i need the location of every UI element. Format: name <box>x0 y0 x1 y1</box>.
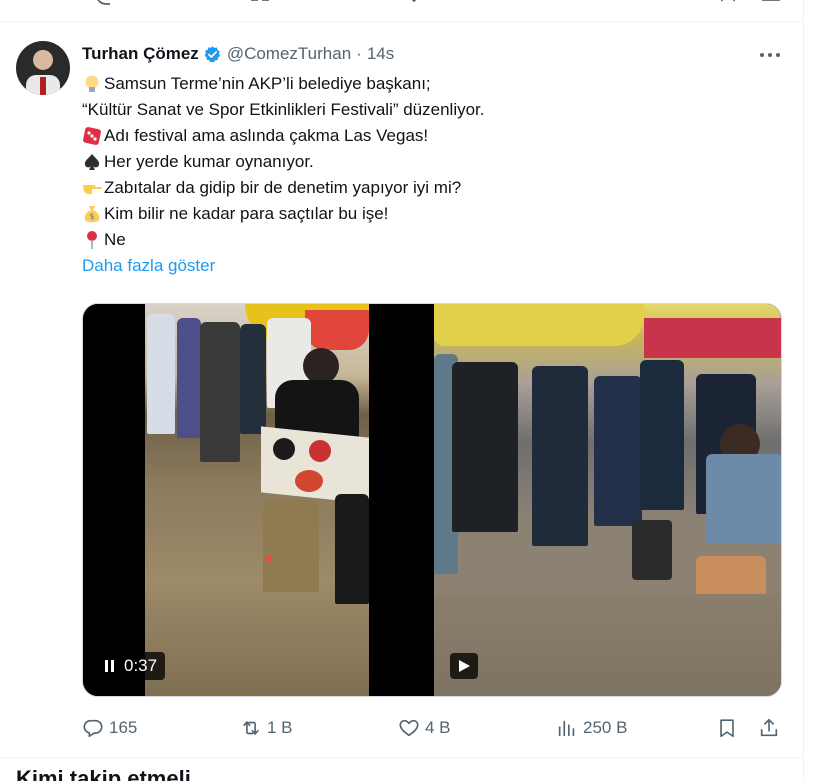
tweet-line-text: Her yerde kumar oynanıyor. <box>104 152 314 171</box>
pointing-right-icon <box>83 185 102 195</box>
author-name[interactable]: Turhan Çömez <box>82 44 199 64</box>
video-duration: 0:37 <box>124 656 158 675</box>
who-to-follow-heading: Kimi takip etmeli <box>16 766 191 781</box>
video-controls[interactable]: 0:37 <box>95 652 166 680</box>
play-icon[interactable] <box>450 653 478 679</box>
spade-suit-icon <box>84 154 100 170</box>
bookmark-button[interactable] <box>716 713 743 743</box>
share-icon <box>760 718 778 737</box>
tweet-timestamp[interactable]: 14s <box>367 44 394 64</box>
video-player-2[interactable] <box>434 304 781 696</box>
reply-icon <box>83 719 103 738</box>
video-player-1[interactable]: 0:37 <box>83 304 430 696</box>
tweet-line: Samsun Terme’nin AKP’li belediye başkanı… <box>82 71 782 97</box>
tweet-text: Samsun Terme’nin AKP’li belediye başkanı… <box>82 71 782 279</box>
avatar[interactable] <box>16 41 70 95</box>
timeline-column: Turhan Çömez @ComezTurhan · 14s Samsun T… <box>0 0 804 781</box>
svg-text:$: $ <box>89 212 94 221</box>
repost-button[interactable]: 1 B <box>240 713 293 743</box>
separator-dot: · <box>356 44 362 63</box>
pause-icon[interactable] <box>105 660 114 672</box>
tweet-line-text: Samsun Terme’nin AKP’li belediye başkanı… <box>104 74 431 93</box>
tweet-line-text: “Kültür Sanat ve Spor Etkinlikleri Festi… <box>82 100 485 119</box>
share-icon[interactable] <box>761 0 781 8</box>
tweet[interactable]: Turhan Çömez @ComezTurhan · 14s Samsun T… <box>0 23 804 758</box>
money-bag-icon: $ <box>84 206 100 223</box>
reply-icon[interactable] <box>94 0 114 8</box>
tweet-line: Ne <box>82 227 782 253</box>
like-button[interactable]: 4 B <box>398 713 451 743</box>
video-1-frame <box>145 304 369 696</box>
light-bulb-icon <box>85 75 99 92</box>
repost-count: 1 B <box>267 718 293 737</box>
tweet-line: Zabıtalar da gidip bir de denetim yapıyo… <box>82 175 782 201</box>
views-chart-icon <box>558 720 575 737</box>
author-handle[interactable]: @ComezTurhan <box>227 44 351 64</box>
view-count: 250 B <box>583 718 628 737</box>
tweet-line: $ Kim bilir ne kadar para saçtılar bu iş… <box>82 201 782 227</box>
tweet-line-text: Ne <box>104 230 126 249</box>
bookmark-icon[interactable] <box>718 0 738 8</box>
tweet-line: “Kültür Sanat ve Spor Etkinlikleri Festi… <box>82 97 782 123</box>
show-more-link[interactable]: Daha fazla göster <box>82 253 782 279</box>
previous-tweet-actions <box>0 0 804 22</box>
tweet-line-text: Zabıtalar da gidip bir de denetim yapıyo… <box>104 178 462 197</box>
repost-icon[interactable] <box>250 0 270 8</box>
tweet-media[interactable]: 0:37 <box>82 303 782 697</box>
tweet-line-text: Kim bilir ne kadar para saçtılar bu işe! <box>104 204 389 223</box>
tweet-header: Turhan Çömez @ComezTurhan · 14s <box>82 43 394 65</box>
views-button[interactable]: 250 B <box>556 713 627 743</box>
verified-badge-icon[interactable] <box>203 45 222 64</box>
reply-button[interactable]: 165 <box>82 713 137 743</box>
tweet-actions: 165 1 B 4 B 250 B <box>82 713 782 743</box>
round-pushpin-icon <box>87 231 97 249</box>
more-options-icon[interactable] <box>757 45 783 65</box>
repost-icon <box>243 721 259 735</box>
views-icon[interactable] <box>562 0 582 8</box>
tweet-line: Her yerde kumar oynanıyor. <box>82 149 782 175</box>
reply-count: 165 <box>109 718 138 737</box>
tweet-line: Adı festival ama aslında çakma Las Vegas… <box>82 123 782 149</box>
game-die-icon <box>83 127 101 145</box>
heart-icon <box>399 719 419 737</box>
share-button[interactable] <box>758 713 785 743</box>
tweet-line-text: Adı festival ama aslında çakma Las Vegas… <box>104 126 429 145</box>
bookmark-icon <box>720 719 734 738</box>
like-count: 4 B <box>425 718 451 737</box>
like-icon[interactable] <box>404 0 424 8</box>
